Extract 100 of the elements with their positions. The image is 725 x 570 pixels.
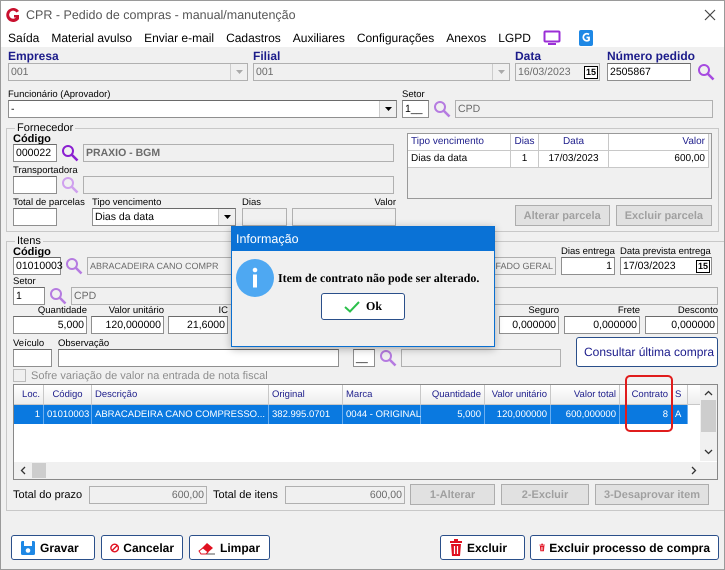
close-icon[interactable] xyxy=(704,8,716,20)
field-label: Observação xyxy=(58,339,110,349)
action-button[interactable]: Excluir processo de compra xyxy=(530,535,719,560)
column-header[interactable]: Quantidade xyxy=(421,385,485,404)
action-button[interactable]: Gravar xyxy=(11,535,95,560)
column-header[interactable]: Contrato xyxy=(620,385,672,404)
table-cell: Dias da data xyxy=(408,151,511,167)
table-cell[interactable]: A xyxy=(672,405,688,424)
scroll-down-icon[interactable] xyxy=(704,449,713,455)
vertical-scrollbar[interactable] xyxy=(700,385,717,461)
window-title: CPR - Pedido de compras - manual/manutenção xyxy=(26,8,296,22)
search-icon[interactable] xyxy=(379,349,397,367)
dropdown-field[interactable]: Dias da data xyxy=(92,208,236,226)
table-cell[interactable]: 8 xyxy=(620,405,672,424)
field-label: Filial xyxy=(253,50,280,63)
ok-button[interactable]: Ok xyxy=(321,293,405,320)
input-field[interactable]: 0,000000 xyxy=(564,316,640,334)
input-field[interactable] xyxy=(13,176,57,194)
menu-item[interactable]: LGPD xyxy=(498,30,531,44)
action-button[interactable]: Excluir xyxy=(440,535,525,560)
caret-icon xyxy=(498,70,504,74)
column-header[interactable]: Descrição xyxy=(92,385,269,404)
field-label: Data xyxy=(515,50,542,63)
input-field[interactable]: 01010003 xyxy=(13,257,61,275)
item-description: FADO GERAL xyxy=(495,260,553,273)
input-field[interactable]: 120,000000 xyxy=(91,316,164,334)
menu-item[interactable]: Cadastros xyxy=(226,30,281,44)
table-cell[interactable]: 1 xyxy=(14,405,44,424)
input-field[interactable] xyxy=(58,349,339,367)
input-field[interactable] xyxy=(242,208,287,226)
menu-item[interactable]: Configurações xyxy=(356,30,434,44)
input-field[interactable]: 0,000000 xyxy=(645,316,718,334)
field-label: Seguro xyxy=(528,306,559,316)
column-header[interactable]: Valor xyxy=(609,134,709,150)
input-field[interactable] xyxy=(13,349,52,367)
input-field[interactable]: 1 xyxy=(561,257,615,275)
column-header[interactable]: Original xyxy=(269,385,343,404)
column-header[interactable]: Valor unitário xyxy=(485,385,551,404)
book-icon[interactable] xyxy=(578,30,593,46)
scroll-up-icon[interactable] xyxy=(704,390,713,396)
input-field[interactable]: 2505867 xyxy=(607,63,691,81)
input-field[interactable] xyxy=(292,208,396,226)
date-field[interactable]: 17/03/2023 15 xyxy=(620,257,712,275)
action-button[interactable]: Cancelar xyxy=(101,535,183,560)
search-icon[interactable] xyxy=(49,287,67,305)
input-field[interactable] xyxy=(401,349,561,367)
action-button[interactable]: Limpar xyxy=(189,535,270,560)
column-header[interactable]: Marca xyxy=(343,385,421,404)
table-cell[interactable]: 5,000 xyxy=(421,405,485,424)
caret-icon xyxy=(224,215,230,219)
column-header[interactable]: Código xyxy=(44,385,92,404)
monitor-icon[interactable] xyxy=(542,30,561,46)
menu-item[interactable]: Auxiliares xyxy=(292,30,345,44)
table-cell[interactable]: 382.995.0701 xyxy=(269,405,343,424)
calendar-icon[interactable]: 15 xyxy=(696,260,710,272)
total-field: 600,00 xyxy=(89,486,207,504)
search-icon[interactable] xyxy=(433,100,451,118)
calendar-icon[interactable]: 15 xyxy=(584,66,598,78)
checkmark-icon xyxy=(344,300,360,312)
input-field[interactable]: 5,000 xyxy=(13,316,87,334)
input-field[interactable]: 1__ xyxy=(402,100,429,118)
input-field[interactable] xyxy=(13,208,57,226)
column-header[interactable]: Dias xyxy=(511,134,539,150)
column-header[interactable]: S xyxy=(672,385,688,404)
input-field[interactable]: 0,000000 xyxy=(499,316,559,334)
dropdown-field[interactable]: 001 xyxy=(253,63,510,81)
horizontal-scrollbar[interactable] xyxy=(14,462,717,479)
search-icon[interactable] xyxy=(65,257,83,275)
date-field[interactable]: 16/03/2023 15 xyxy=(515,63,600,81)
dropdown-field[interactable]: - xyxy=(8,100,397,118)
table-cell[interactable]: ABRACADEIRA CANO COMPRESSO... xyxy=(92,405,269,424)
trash-icon xyxy=(449,539,463,556)
search-icon[interactable] xyxy=(697,62,715,80)
scroll-right-icon[interactable] xyxy=(691,466,697,475)
consult-button[interactable]: Consultar última compra xyxy=(576,337,718,367)
dialog-message: Item de contrato não pode ser alterado. xyxy=(278,270,480,286)
input-field[interactable]: __ xyxy=(353,349,375,367)
menu-item[interactable]: Material avulso xyxy=(51,30,132,44)
field-label: Setor xyxy=(13,276,36,287)
table-cell[interactable]: 0044 - ORIGINAL xyxy=(343,405,421,424)
input-field[interactable]: 1 xyxy=(13,287,45,305)
input-field[interactable]: 000022 xyxy=(13,144,57,162)
scroll-thumb[interactable] xyxy=(32,463,46,478)
search-icon[interactable] xyxy=(61,144,79,162)
table-cell[interactable]: 01010003 xyxy=(44,405,92,424)
column-header[interactable]: Data xyxy=(539,134,609,150)
column-header[interactable]: Tipo vencimento xyxy=(408,134,511,150)
dropdown-field[interactable]: 001 xyxy=(8,63,248,81)
scroll-thumb[interactable] xyxy=(701,400,716,432)
input-field[interactable]: 21,6000 xyxy=(168,316,228,334)
column-header[interactable]: Valor total xyxy=(551,385,620,404)
field-label: Código xyxy=(13,247,51,257)
menu-item[interactable]: Saída xyxy=(8,30,40,44)
scroll-left-icon[interactable] xyxy=(20,466,26,475)
menu-item[interactable]: Enviar e-mail xyxy=(144,30,214,44)
column-header[interactable]: Loc. xyxy=(14,385,44,404)
menu-item[interactable]: Anexos xyxy=(446,30,486,44)
table-cell: 600,00 xyxy=(609,151,709,167)
table-cell[interactable]: 120,000000 xyxy=(485,405,551,424)
table-cell[interactable]: 600,000000 xyxy=(551,405,620,424)
